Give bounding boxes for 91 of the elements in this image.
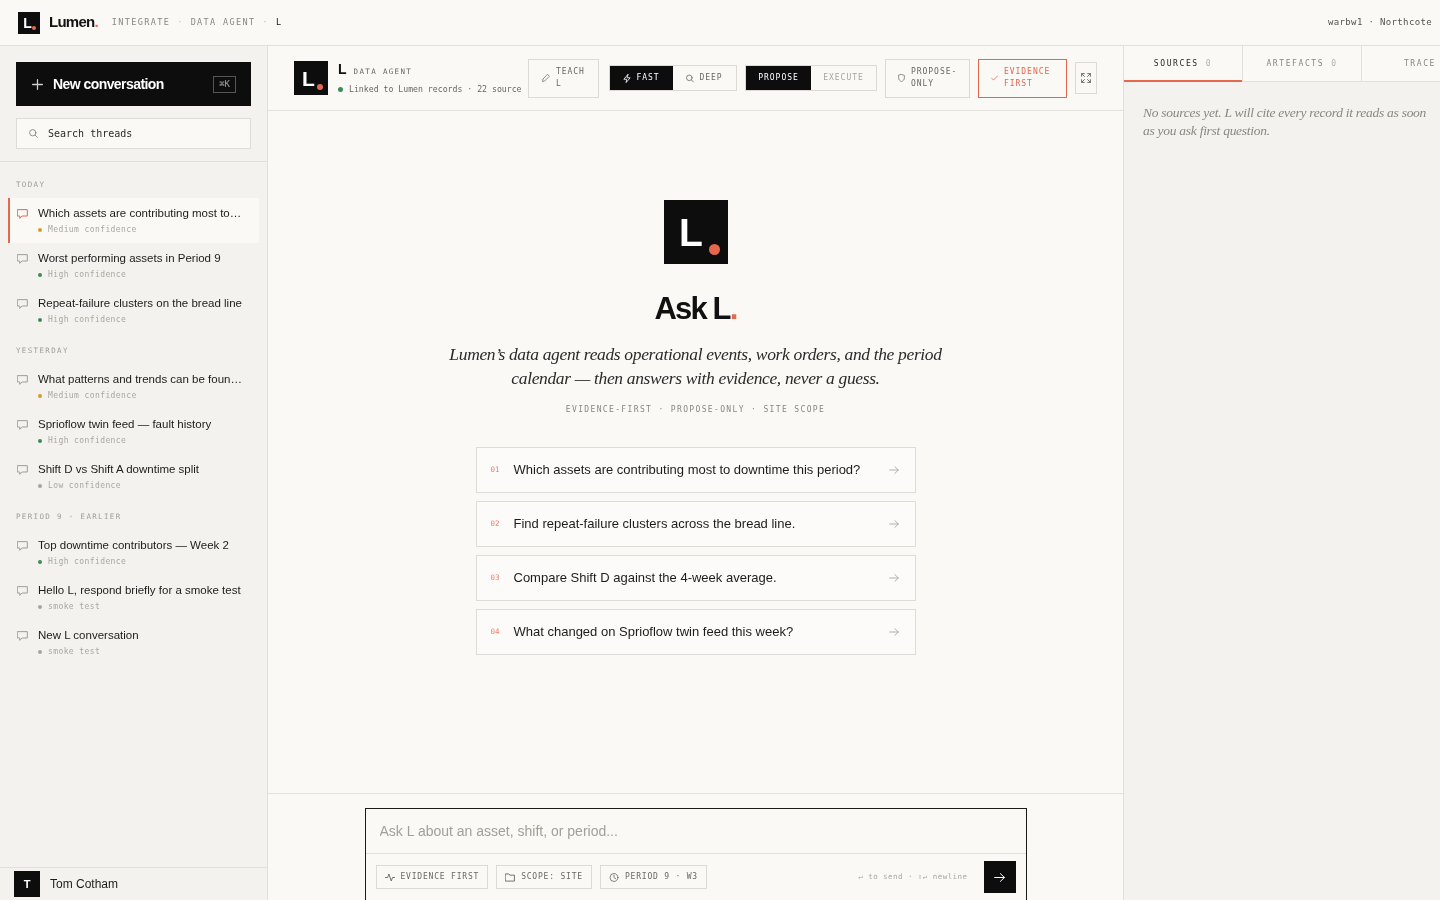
- folder-icon: [505, 872, 516, 882]
- arrow-right-icon: [888, 574, 899, 582]
- thread-title: Top downtime contributors — Week 2: [38, 538, 229, 553]
- thread-title: New L conversation: [38, 628, 139, 643]
- arrow-right-icon: [994, 872, 1005, 882]
- logo: L: [18, 11, 40, 34]
- breadcrumb-link[interactable]: DATA AGENT: [190, 16, 256, 29]
- feature-tags: EVIDENCE-FIRST · PROPOSE-ONLY · SITE SCOPE: [565, 404, 826, 416]
- teach-button[interactable]: TEACH L: [528, 58, 599, 98]
- thread-title: Which assets are contributing most to…: [38, 206, 242, 221]
- thread-item[interactable]: Worst performing assets in Period 9 High confidence: [8, 243, 259, 288]
- suggestion-text: Find repeat-failure clusters across the bread line.: [513, 515, 796, 534]
- thread-title: Worst performing assets in Period 9: [38, 251, 221, 266]
- search-icon: [686, 73, 695, 83]
- arrow-right-icon: [888, 628, 899, 636]
- thread-title: Sprioflow twin feed — fault history: [38, 417, 212, 432]
- user-name: Tom Cotham: [50, 876, 119, 893]
- suggestion-text: Compare Shift D against the 4-week average.: [513, 569, 777, 588]
- mode-tab[interactable]: DEEP: [673, 66, 736, 90]
- breadcrumb-separator: ·: [262, 16, 269, 29]
- breadcrumb-separator: ·: [177, 16, 184, 29]
- chat-bubble-icon: [17, 541, 28, 551]
- thread-title: Repeat-failure clusters on the bread line: [38, 296, 242, 311]
- thread-title: What patterns and trends can be foun…: [38, 372, 242, 387]
- thread-item[interactable]: Hello L, respond briefly for a smoke test smoke test: [8, 575, 259, 620]
- new-conversation-button[interactable]: New conversation ⌘K: [16, 62, 251, 106]
- lightning-icon: [623, 73, 632, 83]
- thread-item[interactable]: Sprioflow twin feed — fault history High confidence: [8, 409, 259, 454]
- chat-bubble-icon: [17, 420, 28, 430]
- confidence-label: Medium confidence: [48, 225, 137, 235]
- mode-tab[interactable]: PROPOSE: [746, 66, 811, 90]
- suggestion-text: What changed on Sprioflow twin feed this week?: [513, 623, 794, 642]
- user-avatar: T: [14, 871, 40, 897]
- agent-name: L: [338, 61, 347, 77]
- intro-text: Lumen’s data agent reads operational events, work orders, and the period calendar — then answers with evidence, never a guess.: [448, 343, 943, 390]
- arrow-right-icon: [888, 466, 899, 474]
- chat-bubble-icon: [17, 299, 28, 309]
- empty-state-text: No sources yet. L will cite every record it reads as soon as you ask first question.: [1143, 104, 1428, 140]
- toggle-button[interactable]: PROPOSE-ONLY: [885, 58, 970, 98]
- thread-title: Hello L, respond briefly for a smoke test: [38, 583, 241, 598]
- breadcrumb-link[interactable]: L: [275, 16, 283, 29]
- thread-item[interactable]: Top downtime contributors — Week 2 High confidence: [8, 530, 259, 575]
- confidence-label: High confidence: [48, 557, 127, 567]
- mode-tab[interactable]: FAST: [610, 66, 673, 90]
- plus-icon: [32, 78, 43, 90]
- thread-item[interactable]: Which assets are contributing most to… Medium confidence: [8, 198, 259, 243]
- chat-bubble-icon: [17, 631, 28, 641]
- expand-button[interactable]: [1075, 62, 1097, 94]
- thread-item[interactable]: Shift D vs Shift A downtime split Low confidence: [8, 454, 259, 499]
- message-input[interactable]: Ask L about an asset, shift, or period...: [365, 809, 1026, 854]
- confidence-label: Medium confidence: [48, 391, 137, 401]
- logo: L: [663, 200, 728, 264]
- context-chip[interactable]: SCOPE: SITE: [496, 865, 592, 889]
- search-field[interactable]: Search threads: [16, 118, 251, 149]
- shortcut-key: ⌘K: [213, 75, 236, 93]
- status-text: Linked to Lumen records · 22 source: [349, 83, 522, 95]
- context-chip[interactable]: EVIDENCE FIRST: [375, 865, 489, 889]
- send-button[interactable]: [983, 861, 1016, 893]
- confidence-label: High confidence: [48, 270, 127, 280]
- confidence-label: Low confidence: [48, 481, 122, 491]
- brand-name: Lumen.: [49, 12, 98, 33]
- context-chip[interactable]: PERIOD 9 · W3: [599, 865, 707, 889]
- clock-icon: [608, 872, 619, 882]
- thread-item[interactable]: Repeat-failure clusters on the bread line High confidence: [8, 288, 259, 333]
- chat-bubble-icon: [17, 586, 28, 596]
- thread-item[interactable]: What patterns and trends can be foun… Medium confidence: [8, 364, 259, 409]
- pulse-icon: [384, 872, 395, 882]
- expand-icon: [1081, 73, 1091, 83]
- panel-tab[interactable]: TRACE: [1362, 46, 1440, 81]
- workspace-label: warbw1 · Northcote: [1328, 15, 1432, 29]
- search-icon: [29, 129, 38, 138]
- confidence-label: High confidence: [48, 315, 127, 325]
- chat-bubble-icon: [17, 209, 28, 219]
- confidence-label: smoke test: [48, 602, 101, 612]
- check-icon: [991, 74, 998, 82]
- panel-tab[interactable]: SOURCES 0: [1124, 46, 1243, 81]
- chat-bubble-icon: [17, 375, 28, 385]
- logo: L: [294, 61, 328, 95]
- panel-tab[interactable]: ARTEFACTS 0: [1243, 46, 1362, 81]
- chat-bubble-icon: [17, 465, 28, 475]
- chat-bubble-icon: [17, 254, 28, 264]
- suggestion-text: Which assets are contributing most to downtime this period?: [513, 461, 861, 480]
- thread-title: Shift D vs Shift A downtime split: [38, 462, 200, 477]
- shield-icon: [898, 74, 905, 82]
- pencil-icon: [542, 74, 550, 82]
- arrow-right-icon: [888, 520, 899, 528]
- confidence-label: High confidence: [48, 436, 127, 446]
- breadcrumb-link[interactable]: INTEGRATE: [111, 16, 171, 29]
- heading: Ask L.: [654, 291, 737, 327]
- confidence-label: smoke test: [48, 647, 101, 657]
- thread-item[interactable]: New L conversation smoke test: [8, 620, 259, 665]
